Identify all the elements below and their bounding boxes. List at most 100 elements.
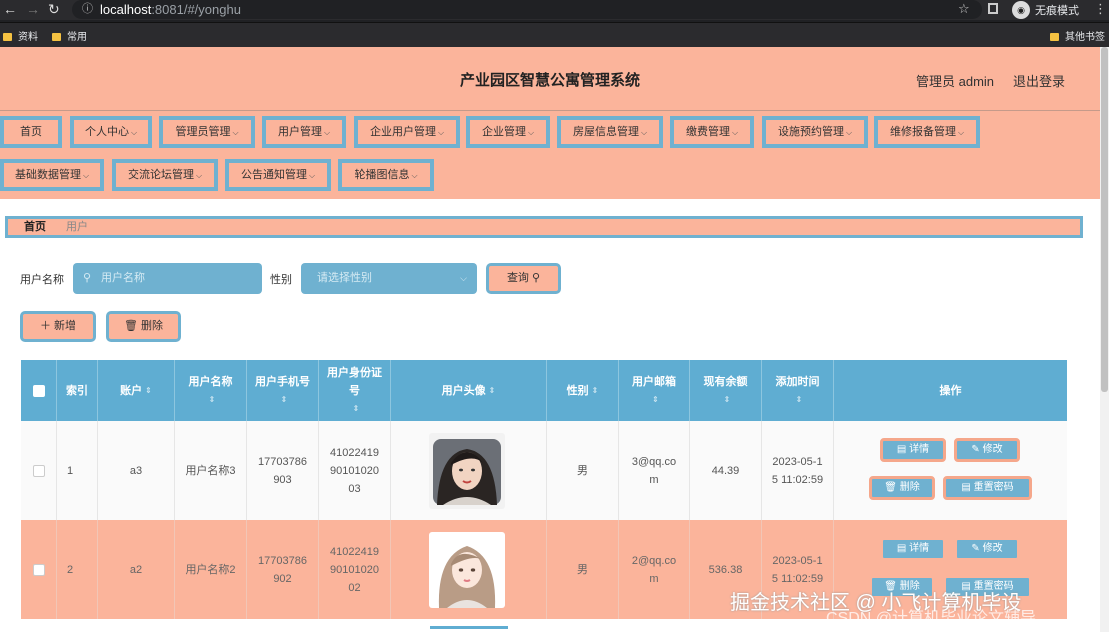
bookmark-item[interactable]: 常用 xyxy=(52,28,87,43)
col-actions: 操作 xyxy=(939,384,962,397)
nav-forum-management[interactable]: 交流论坛管理 ⌵ xyxy=(112,159,218,191)
cell-idcard: 41022419 90101020 02 xyxy=(319,520,391,619)
chevron-down-icon: ⌵ xyxy=(308,171,316,180)
chevron-down-icon: ⌵ xyxy=(195,171,203,180)
select-all-checkbox[interactable] xyxy=(21,360,57,421)
cell-actions: ▤ 详情 ✎ 修改 🗑 删除 ▤ 重置密码 xyxy=(834,421,1067,520)
avatar[interactable] xyxy=(429,432,505,509)
side-panel-icon[interactable] xyxy=(988,3,998,14)
page-scrollbar[interactable] xyxy=(1100,47,1109,632)
incognito-label: 无痕模式 xyxy=(1035,5,1079,17)
forward-icon[interactable]: → xyxy=(26,1,40,17)
batch-delete-button[interactable]: 🗑 删除 xyxy=(106,311,181,342)
chevron-down-icon: ⌵ xyxy=(640,128,648,137)
col-phone[interactable]: 用户手机号 ⇕ xyxy=(247,360,319,421)
row-checkbox[interactable] xyxy=(21,421,57,520)
search-icon: ⚲ xyxy=(83,272,92,284)
sort-icon[interactable]: ⇕ xyxy=(796,391,803,409)
add-button[interactable]: ＋ 新增 xyxy=(20,311,96,342)
delete-button[interactable]: 🗑 删除 xyxy=(869,476,935,500)
nav-basic-data[interactable]: 基础数据管理 ⌵ xyxy=(0,159,104,191)
sort-icon[interactable]: ⇕ xyxy=(592,382,599,400)
col-account[interactable]: 账户 ⇕ xyxy=(98,360,175,421)
row-checkbox[interactable] xyxy=(21,520,57,619)
reset-password-button[interactable]: ▤ 重置密码 xyxy=(943,476,1032,500)
chevron-down-icon: ⌵ xyxy=(527,128,535,137)
nav-admin-management[interactable]: 管理员管理 ⌵ xyxy=(159,116,255,148)
col-avatar[interactable]: 用户头像 ⇕ xyxy=(391,360,547,421)
nav-housing-management[interactable]: 房屋信息管理 ⌵ xyxy=(557,116,663,148)
info-icon[interactable]: ⓘ xyxy=(82,0,93,19)
cell-gender: 男 xyxy=(547,421,619,520)
browser-chrome: ← → ↻ ⓘ localhost:8081/#/yonghu ☆ ◉ 无痕模式… xyxy=(0,0,1109,47)
sort-icon[interactable]: ⇕ xyxy=(281,391,288,409)
username-label: 用户名称 xyxy=(20,274,64,286)
nav-payment-management[interactable]: 缴费管理 ⌵ xyxy=(670,116,754,148)
chevron-down-icon: ⌵ xyxy=(957,128,965,137)
col-time[interactable]: 添加时间 ⇕ xyxy=(762,360,834,421)
nav-home[interactable]: 首页 xyxy=(0,116,62,148)
nav-personal-center[interactable]: 个人中心 ⌵ xyxy=(70,116,152,148)
watermark-secondary: CSDN @计算机毕业论文辅导 xyxy=(826,610,1037,627)
cell-idcard: 41022419 90101020 03 xyxy=(319,421,391,520)
nav-carousel-info[interactable]: 轮播图信息 ⌵ xyxy=(338,159,434,191)
sort-icon[interactable]: ⇕ xyxy=(724,391,731,409)
sort-icon[interactable]: ⇕ xyxy=(145,382,152,400)
address-row: ← → ↻ ⓘ localhost:8081/#/yonghu ☆ ◉ 无痕模式… xyxy=(0,0,1109,20)
col-index[interactable]: 索引 xyxy=(57,360,98,421)
col-gender[interactable]: 性别 ⇕ xyxy=(547,360,619,421)
nav-user-management[interactable]: 用户管理 ⌵ xyxy=(262,116,346,148)
cell-index: 2 xyxy=(57,520,98,619)
logout-link[interactable]: 退出登录 xyxy=(1013,71,1065,90)
cell-balance: 44.39 xyxy=(690,421,762,520)
scrollbar-thumb[interactable] xyxy=(1101,47,1108,392)
chevron-down-icon: ⌵ xyxy=(731,128,739,137)
detail-button[interactable]: ▤ 详情 xyxy=(880,438,946,462)
cell-gender: 男 xyxy=(547,520,619,619)
sort-icon[interactable]: ⇕ xyxy=(489,382,496,400)
bookmark-star-icon[interactable]: ☆ xyxy=(958,1,970,17)
bookmarks-bar: 资料 常用 其他书签 xyxy=(0,22,1109,47)
sort-icon[interactable]: ⇕ xyxy=(652,391,659,409)
plus-icon: ＋ xyxy=(39,320,51,332)
detail-button[interactable]: ▤ 详情 xyxy=(880,537,946,561)
next-row-avatar-edge xyxy=(430,626,508,629)
cell-phone: 17703786 902 xyxy=(247,520,319,619)
breadcrumb-home[interactable]: 首页 xyxy=(24,219,46,235)
nav-enterprise-management[interactable]: 企业管理 ⌵ xyxy=(466,116,550,148)
gender-select[interactable]: 请选择性别 ⌵ xyxy=(301,263,477,294)
nav-notice-management[interactable]: 公告通知管理 ⌵ xyxy=(225,159,331,191)
edit-button[interactable]: ✎ 修改 xyxy=(954,438,1020,462)
nav-enterprise-user-management[interactable]: 企业用户管理 ⌵ xyxy=(354,116,460,148)
chevron-down-icon: ⌵ xyxy=(323,128,331,137)
chevron-down-icon: ⌵ xyxy=(232,128,239,137)
sort-icon[interactable]: ⇕ xyxy=(209,391,216,409)
incognito-icon[interactable]: ◉ xyxy=(1012,1,1030,19)
address-bar[interactable]: ⓘ localhost:8081/#/yonghu xyxy=(72,0,982,19)
col-username[interactable]: 用户名称 ⇕ xyxy=(175,360,247,421)
breadcrumb-current: 用户 xyxy=(66,221,88,233)
folder-icon xyxy=(1050,33,1059,41)
nav-facility-booking[interactable]: 设施预约管理 ⌵ xyxy=(762,116,868,148)
other-bookmarks[interactable]: 其他书签 xyxy=(1050,28,1105,43)
search-icon: ⚲ xyxy=(532,272,541,284)
reload-icon[interactable]: ↻ xyxy=(48,1,60,18)
username-search-input[interactable]: ⚲ 用户名称 xyxy=(73,263,262,294)
bookmark-item[interactable]: 资料 xyxy=(3,28,38,43)
table-header: 索引 账户 ⇕ 用户名称 ⇕ 用户手机号 ⇕ 用户身份证号 ⇕ 用户头像 ⇕ 性别 ⇕ 用户… xyxy=(21,360,1067,421)
query-button[interactable]: 查询 ⚲ xyxy=(486,263,561,294)
table-row: 1 a3 用户名称3 17703786 903 41022419 90101020 0… xyxy=(21,421,1067,520)
nav-repair-management[interactable]: 维修报备管理 ⌵ xyxy=(874,116,980,148)
sort-icon[interactable]: ⇕ xyxy=(353,400,360,418)
back-icon[interactable]: ← xyxy=(3,1,17,17)
col-idcard[interactable]: 用户身份证号 ⇕ xyxy=(319,360,391,421)
col-email[interactable]: 用户邮箱 ⇕ xyxy=(619,360,690,421)
url-path: :8081/#/yonghu xyxy=(151,2,241,17)
edit-button[interactable]: ✎ 修改 xyxy=(954,537,1020,561)
cell-phone: 17703786 903 xyxy=(247,421,319,520)
chevron-down-icon: ⌵ xyxy=(437,128,445,137)
col-balance[interactable]: 现有余额 ⇕ xyxy=(690,360,762,421)
avatar[interactable] xyxy=(429,531,505,608)
browser-menu-icon[interactable]: ⋮ xyxy=(1094,1,1107,17)
cell-username: 用户名称2 xyxy=(175,520,247,619)
